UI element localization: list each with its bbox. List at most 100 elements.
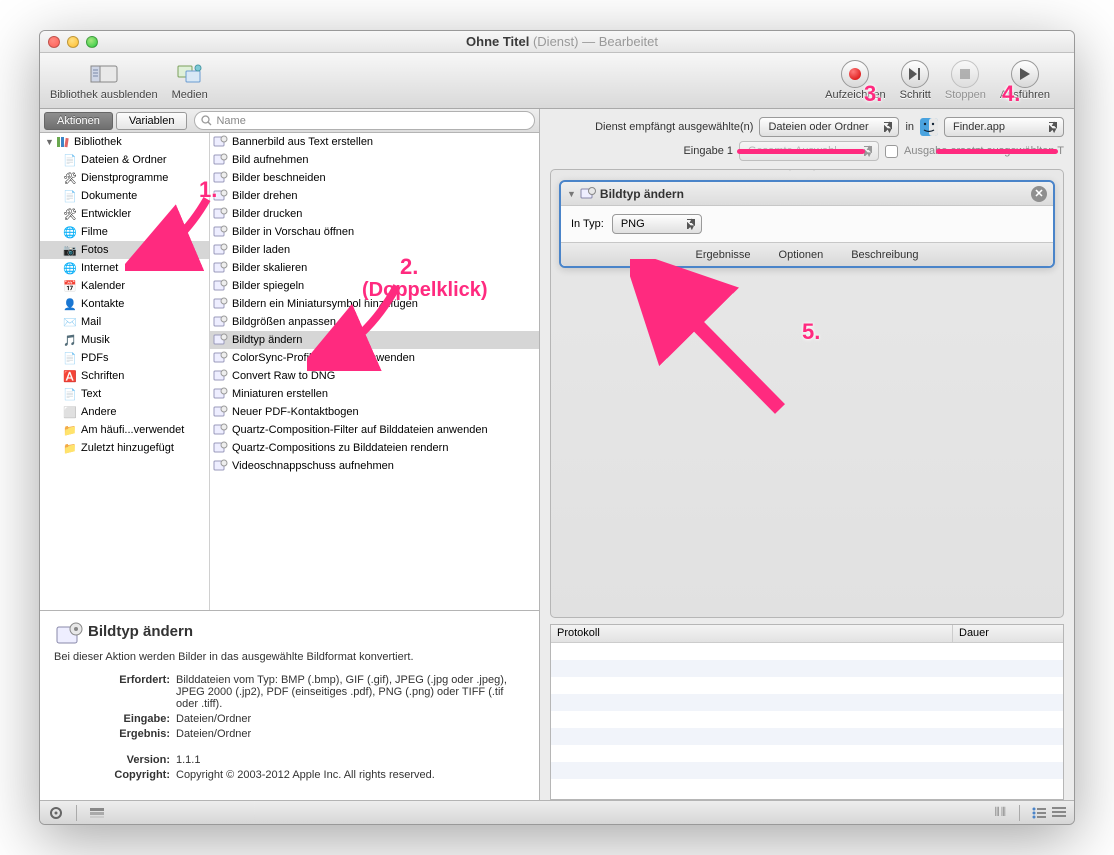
hide-library-button[interactable]: Bibliothek ausblenden (50, 61, 158, 101)
category-tree[interactable]: ▼ Bibliothek 📄Dateien & Ordner🛠Dienstpro… (40, 133, 210, 610)
input-type-select[interactable]: Dateien oder Ordner▲▼ (759, 117, 899, 137)
category-icon: 👤 (62, 296, 78, 312)
action-card-title: Bildtyp ändern (600, 187, 684, 201)
category-icon: 🅰️ (62, 368, 78, 384)
traffic-lights (48, 36, 98, 48)
input-scope-select[interactable]: Gesamte Auswahl▲▼ (739, 141, 879, 161)
tab-variables[interactable]: Variablen (116, 112, 188, 130)
action-item-icon (213, 206, 229, 222)
to-type-select[interactable]: PNG▲▼ (612, 214, 702, 234)
svc-label-receives: Dienst empfängt ausgewählte(n) (595, 121, 753, 133)
output-replaces-checkbox[interactable] (885, 145, 898, 158)
stack-icon[interactable] (89, 807, 105, 819)
tree-item[interactable]: 🅰️Schriften (40, 367, 209, 385)
action-list-item[interactable]: Bilder spiegeln (210, 277, 539, 295)
category-icon: 📷 (62, 242, 78, 258)
columns-icon[interactable]: ⦀⦀ (994, 805, 1007, 820)
action-list-item[interactable]: Convert Raw to DNG (210, 367, 539, 385)
action-list[interactable]: Bannerbild aus Text erstellenBild aufneh… (210, 133, 539, 610)
category-icon: 🛠 (62, 206, 78, 222)
minimize-icon[interactable] (67, 36, 79, 48)
action-item-icon (213, 134, 229, 150)
category-icon: 🛠 (62, 170, 78, 186)
action-card-tabs: Ergebnisse Optionen Beschreibung (561, 242, 1053, 266)
action-list-item[interactable]: Bildgrößen anpassen (210, 313, 539, 331)
workflow-canvas[interactable]: ▼ Bildtyp ändern ✕ In Typ: PNG▲▼ Ergebni… (550, 169, 1064, 618)
run-button[interactable]: Ausführen (1000, 61, 1050, 101)
action-list-item[interactable]: Bannerbild aus Text erstellen (210, 133, 539, 151)
action-list-item[interactable]: Bilder laden (210, 241, 539, 259)
step-button[interactable]: Schritt (900, 61, 931, 101)
tree-item[interactable]: ⬜Andere (40, 403, 209, 421)
action-list-item[interactable]: ColorSync-Profil auf Bilder anwenden (210, 349, 539, 367)
action-card-header[interactable]: ▼ Bildtyp ändern ✕ (561, 182, 1053, 206)
tree-item[interactable]: 🌐Internet (40, 259, 209, 277)
search-icon (201, 115, 212, 126)
action-icon (580, 186, 596, 202)
media-button[interactable]: Medien (172, 61, 208, 101)
action-list-item[interactable]: Videoschnappschuss aufnehmen (210, 457, 539, 475)
tab-results[interactable]: Ergebnisse (696, 249, 751, 261)
action-list-item[interactable]: Bilder drehen (210, 187, 539, 205)
action-list-item[interactable]: Quartz-Compositions zu Bilddateien rende… (210, 439, 539, 457)
log-col-protocol[interactable]: Protokoll (551, 625, 953, 642)
tree-root[interactable]: ▼ Bibliothek (40, 133, 209, 151)
action-list-item[interactable]: Bilder skalieren (210, 259, 539, 277)
tree-item[interactable]: 🎵Musik (40, 331, 209, 349)
tree-item[interactable]: 📷Fotos (40, 241, 209, 259)
tree-item[interactable]: 🌐Filme (40, 223, 209, 241)
tree-item[interactable]: ✉️Mail (40, 313, 209, 331)
tree-item[interactable]: 📁Zuletzt hinzugefügt (40, 439, 209, 457)
zoom-icon[interactable] (86, 36, 98, 48)
app-select[interactable]: Finder.app▲▼ (944, 117, 1064, 137)
category-icon: 📄 (62, 350, 78, 366)
automator-window: Ohne Titel (Dienst) — Bearbeitet Bibliot… (39, 30, 1075, 825)
search-input[interactable]: Name (194, 111, 535, 130)
action-list-item[interactable]: Bilder in Vorschau öffnen (210, 223, 539, 241)
close-icon[interactable] (48, 36, 60, 48)
action-item-icon (213, 188, 229, 204)
info-desc: Bei dieser Aktion werden Bilder in das a… (54, 651, 525, 663)
tree-item[interactable]: 👤Kontakte (40, 295, 209, 313)
tree-item[interactable]: 📅Kalender (40, 277, 209, 295)
rows-view-icon[interactable] (1052, 807, 1066, 819)
log-col-duration[interactable]: Dauer (953, 625, 1063, 642)
action-list-item[interactable]: Bilder drucken (210, 205, 539, 223)
action-item-icon (213, 314, 229, 330)
tree-item[interactable]: 🛠Entwickler (40, 205, 209, 223)
tree-item[interactable]: 📄Dokumente (40, 187, 209, 205)
action-list-item[interactable]: Miniaturen erstellen (210, 385, 539, 403)
action-item-icon (213, 224, 229, 240)
svc-label-in: in (905, 121, 914, 133)
record-button[interactable]: Aufzeichnen (825, 61, 886, 101)
category-icon: 🌐 (62, 260, 78, 276)
action-item-icon (213, 440, 229, 456)
tree-item[interactable]: 📄Dateien & Ordner (40, 151, 209, 169)
tree-item[interactable]: 📄Text (40, 385, 209, 403)
toolbar: Bibliothek ausblenden Medien Aufzeichnen… (40, 53, 1074, 109)
titlebar[interactable]: Ohne Titel (Dienst) — Bearbeitet (40, 31, 1074, 53)
list-view-icon[interactable] (1032, 807, 1046, 819)
action-list-item[interactable]: Bildern ein Miniatursymbol hinzufügen (210, 295, 539, 313)
log-rows (551, 643, 1063, 796)
action-large-icon (54, 621, 84, 651)
action-card[interactable]: ▼ Bildtyp ändern ✕ In Typ: PNG▲▼ Ergebni… (559, 180, 1055, 268)
workflow-panel: Dienst empfängt ausgewählte(n) Dateien o… (540, 109, 1074, 800)
remove-action-button[interactable]: ✕ (1031, 186, 1047, 202)
tab-actions[interactable]: Aktionen (44, 112, 113, 130)
action-list-item[interactable]: Bilder beschneiden (210, 169, 539, 187)
stop-button[interactable]: Stoppen (945, 61, 986, 101)
gear-icon[interactable] (48, 805, 64, 821)
window-title: Ohne Titel (Dienst) — Bearbeitet (98, 34, 1026, 49)
info-panel: Bildtyp ändern Bei dieser Aktion werden … (40, 610, 539, 800)
tree-item[interactable]: 📁Am häufi...verwendet (40, 421, 209, 439)
action-list-item[interactable]: Bildtyp ändern (210, 331, 539, 349)
action-list-item[interactable]: Bild aufnehmen (210, 151, 539, 169)
tree-item[interactable]: 📄PDFs (40, 349, 209, 367)
category-icon: ⬜ (62, 404, 78, 420)
tab-options[interactable]: Optionen (779, 249, 824, 261)
action-list-item[interactable]: Quartz-Composition-Filter auf Bilddateie… (210, 421, 539, 439)
tree-item[interactable]: 🛠Dienstprogramme (40, 169, 209, 187)
tab-description[interactable]: Beschreibung (851, 249, 918, 261)
action-list-item[interactable]: Neuer PDF-Kontaktbogen (210, 403, 539, 421)
